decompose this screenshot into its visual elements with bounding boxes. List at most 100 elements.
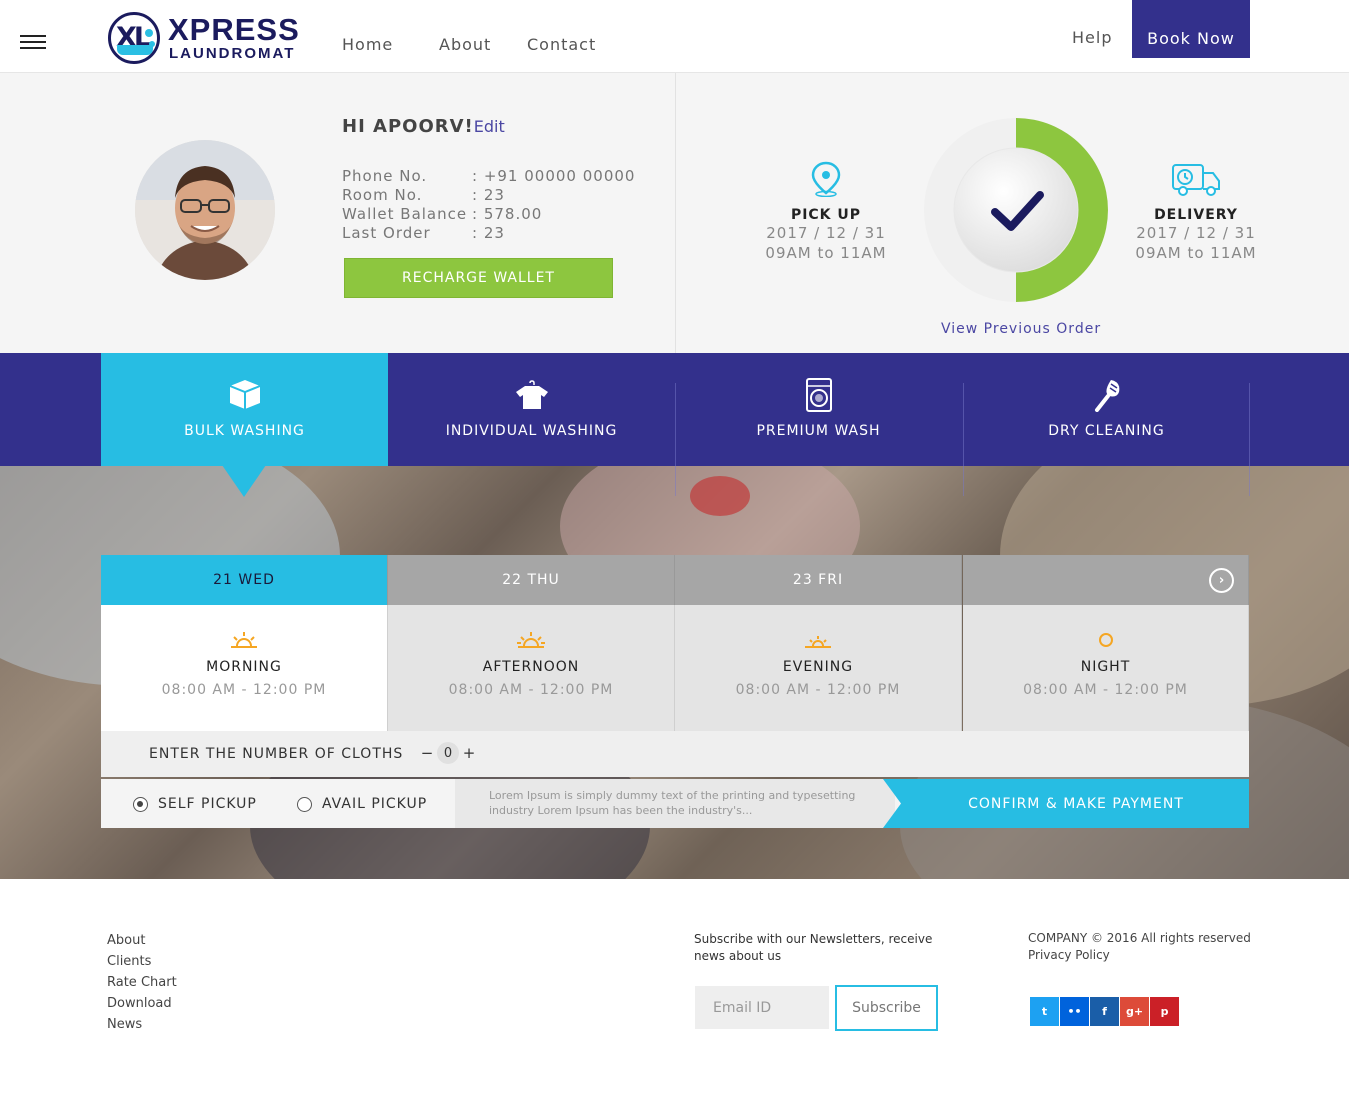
slot-name: NIGHT — [1080, 659, 1131, 675]
footer-link-about[interactable]: About — [107, 933, 145, 948]
logo-title: XPRESS — [168, 12, 300, 47]
pickup-info: PICK UP 2017 / 12 / 31 09AM to 11AM — [756, 161, 896, 263]
logo-mark: XL — [108, 12, 160, 64]
info-phone: Phone No. : +91 00000 00000 — [342, 167, 634, 186]
service-dry-cleaning[interactable]: DRY CLEANING — [963, 353, 1250, 466]
pickup-time: 09AM to 11AM — [765, 244, 887, 262]
footer-link-download[interactable]: Download — [107, 996, 172, 1011]
menu-icon[interactable] — [20, 35, 46, 51]
slot-name: MORNING — [206, 659, 282, 675]
service-label: INDIVIDUAL WASHING — [445, 423, 618, 439]
nav-about[interactable]: About — [439, 35, 491, 54]
washing-machine-icon — [805, 378, 832, 412]
delivery-date: 2017 / 12 / 31 — [1136, 224, 1256, 242]
chevron-right-icon[interactable]: › — [1209, 568, 1234, 593]
service-label: BULK WASHING — [184, 423, 305, 439]
info-note-text: Lorem Ipsum is simply dummy text of the … — [489, 789, 856, 817]
day-tab-2[interactable]: 22 THU — [388, 555, 675, 605]
box-icon — [229, 380, 260, 409]
info-label: Phone No. — [342, 167, 428, 185]
logo-subtitle: LAUNDROMAT — [169, 45, 296, 62]
slot-morning[interactable]: MORNING 08:00 AM - 12:00 PM — [101, 605, 388, 731]
radio-checked-icon — [133, 796, 148, 812]
slot-night[interactable]: NIGHT 08:00 AM - 12:00 PM — [963, 605, 1249, 731]
avail-pickup-radio[interactable]: AVAIL PICKUP — [297, 796, 427, 812]
confirm-payment-button[interactable]: CONFIRM & MAKE PAYMENT — [883, 779, 1249, 828]
help-link[interactable]: Help — [1072, 28, 1112, 47]
footer-link-news[interactable]: News — [107, 1017, 142, 1032]
pickup-label: PICK UP — [790, 207, 862, 223]
service-bulk-washing[interactable]: BULK WASHING — [101, 353, 388, 466]
nav-contact[interactable]: Contact — [527, 35, 596, 54]
sunrise-icon — [231, 632, 257, 648]
copyright: COMPANY © 2016 All rights reserved Priva… — [1028, 930, 1251, 964]
decrement-button[interactable]: − — [419, 744, 435, 762]
info-note: Lorem Ipsum is simply dummy text of the … — [455, 779, 895, 828]
divider — [675, 383, 676, 496]
recharge-wallet-button[interactable]: RECHARGE WALLET — [344, 258, 613, 298]
twitter-icon[interactable]: t — [1030, 997, 1059, 1026]
info-label: Last Order — [342, 224, 431, 242]
divider — [1249, 383, 1250, 496]
privacy-policy-link[interactable]: Privacy Policy — [1028, 947, 1251, 964]
social-links: t •• f g+ p — [1030, 997, 1180, 1026]
profile-section: HI APOORV!Edit Phone No. : +91 00000 000… — [0, 73, 1349, 353]
email-field[interactable] — [695, 986, 829, 1029]
site-header: XL XPRESS LAUNDROMAT Home About Contact … — [0, 0, 1349, 73]
sunset-icon — [805, 636, 831, 648]
info-value: : +91 00000 00000 — [472, 167, 636, 185]
info-last-order: Last Order : 23 — [342, 224, 504, 243]
quantity-value[interactable]: 0 — [437, 742, 459, 764]
info-value: : 578.00 — [472, 205, 543, 223]
greeting-text: HI APOORV! — [342, 116, 474, 137]
edit-link[interactable]: Edit — [474, 117, 505, 136]
info-room: Room No. : 23 — [342, 186, 504, 205]
pinterest-icon[interactable]: p — [1150, 997, 1179, 1026]
slot-afternoon[interactable]: AFTERNOON 08:00 AM - 12:00 PM — [388, 605, 675, 731]
active-service-pointer — [222, 465, 266, 497]
pickup-row: SELF PICKUP AVAIL PICKUP Lorem Ipsum is … — [101, 779, 1249, 828]
day-tab-1[interactable]: 21 WED — [101, 555, 388, 605]
slot-name: EVENING — [782, 659, 854, 675]
delivery-time: 09AM to 11AM — [1135, 244, 1257, 262]
newsletter-text: Subscribe with our Newsletters, receive … — [694, 932, 933, 963]
info-value: : 23 — [472, 224, 505, 242]
location-pin-icon — [811, 161, 841, 198]
cloth-count-label: ENTER THE NUMBER OF CLOTHS — [149, 746, 404, 762]
google-plus-icon[interactable]: g+ — [1120, 997, 1149, 1026]
service-premium-wash[interactable]: PREMIUM WASH — [675, 353, 962, 466]
service-individual-washing[interactable]: INDIVIDUAL WASHING — [388, 353, 675, 466]
info-wallet: Wallet Balance : 578.00 — [342, 205, 541, 224]
info-label: Room No. — [342, 186, 423, 204]
view-previous-order-link[interactable]: View Previous Order — [941, 321, 1101, 337]
avatar — [135, 140, 275, 280]
info-value: : 23 — [472, 186, 505, 204]
footer: About Clients Rate Chart Download News S… — [0, 879, 1349, 1108]
divider — [675, 73, 676, 353]
radio-unchecked-icon — [297, 796, 312, 812]
slot-name: AFTERNOON — [482, 659, 580, 675]
greeting: HI APOORV!Edit — [342, 116, 505, 137]
delivery-truck-icon — [1172, 164, 1220, 196]
book-now-button[interactable]: Book Now — [1132, 0, 1250, 58]
day-tab-3[interactable]: 23 FRI — [675, 555, 962, 605]
service-label: DRY CLEANING — [1048, 423, 1165, 439]
day-tab-4 — [963, 555, 1249, 605]
cloth-count-row: ENTER THE NUMBER OF CLOTHS − 0 + — [101, 731, 1249, 777]
subscribe-button[interactable]: Subscribe — [835, 985, 938, 1031]
flickr-icon[interactable]: •• — [1060, 997, 1089, 1026]
footer-link-rate-chart[interactable]: Rate Chart — [107, 975, 177, 990]
radio-label: SELF PICKUP — [158, 796, 257, 812]
slot-time: 08:00 AM - 12:00 PM — [161, 682, 327, 698]
slot-time: 08:00 AM - 12:00 PM — [448, 682, 614, 698]
slot-evening[interactable]: EVENING 08:00 AM - 12:00 PM — [675, 605, 962, 731]
logo[interactable]: XL XPRESS LAUNDROMAT — [108, 12, 313, 67]
self-pickup-radio[interactable]: SELF PICKUP — [133, 796, 257, 812]
slot-time: 08:00 AM - 12:00 PM — [1023, 682, 1188, 698]
divider — [963, 383, 964, 496]
facebook-icon[interactable]: f — [1090, 997, 1119, 1026]
increment-button[interactable]: + — [461, 744, 477, 762]
footer-link-clients[interactable]: Clients — [107, 954, 151, 969]
quantity-stepper: − 0 + — [419, 742, 477, 764]
nav-home[interactable]: Home — [342, 35, 393, 54]
